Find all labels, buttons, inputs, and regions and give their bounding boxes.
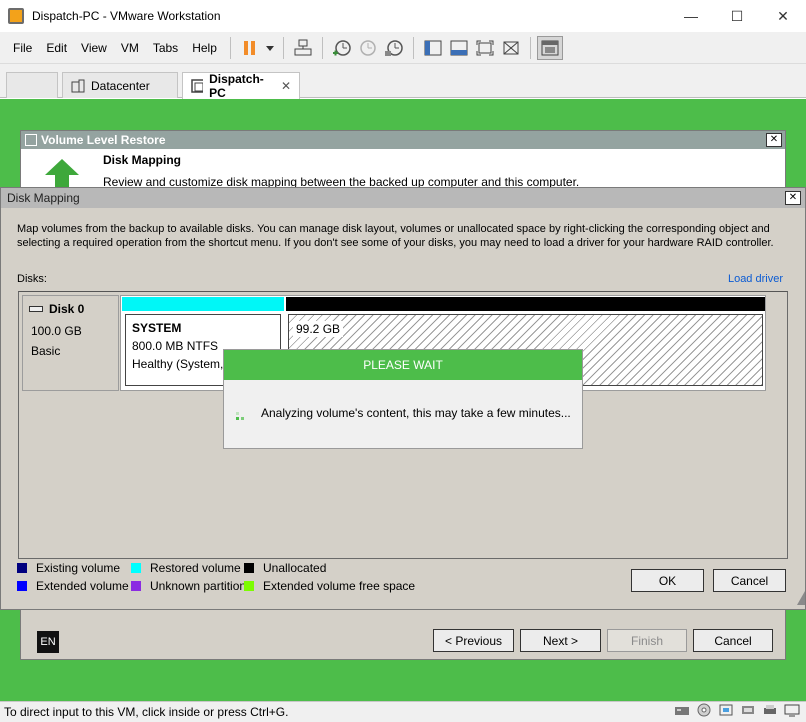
menu-vm[interactable]: VM — [114, 41, 146, 55]
tab-dispatch-pc[interactable]: Dispatch-PC ✕ — [182, 72, 300, 100]
revert-snapshot-icon[interactable] — [355, 36, 381, 60]
wizard-cancel-button[interactable]: Cancel — [693, 629, 773, 652]
legend-existing-volume: Existing volume — [17, 561, 120, 575]
window-controls: — ☐ ✕ — [668, 0, 806, 32]
send-ctrl-alt-del-icon[interactable] — [290, 36, 316, 60]
disk-mapping-close-icon[interactable]: ✕ — [785, 191, 801, 205]
display-icon[interactable] — [784, 703, 800, 717]
restore-icon — [25, 134, 37, 146]
legend-unknown-partition: Unknown partition — [131, 579, 246, 593]
status-text: To direct input to this VM, click inside… — [4, 705, 289, 719]
please-wait-message: Analyzing volume's content, this may tak… — [261, 406, 571, 420]
please-wait-title: PLEASE WAIT — [224, 350, 582, 380]
legend-label: Restored volume — [150, 561, 241, 575]
legend-unallocated: Unallocated — [244, 561, 326, 575]
tab-home[interactable] — [6, 72, 58, 98]
tab-datacenter[interactable]: Datacenter — [62, 72, 178, 98]
finish-button[interactable]: Finish — [607, 629, 687, 652]
legend-restored-volume: Restored volume — [131, 561, 241, 575]
partition-name: SYSTEM — [132, 321, 182, 335]
ok-button[interactable]: OK — [631, 569, 704, 592]
maximize-icon[interactable]: ☐ — [714, 0, 760, 32]
disk-size: 100.0 GB — [31, 324, 82, 338]
chevron-down-icon[interactable] — [263, 36, 277, 60]
vmware-app-icon — [8, 8, 24, 24]
legend-extended-volume: Extended volume — [17, 579, 129, 593]
menu-edit[interactable]: Edit — [39, 41, 74, 55]
device-status-icons — [674, 703, 800, 717]
legend-swatch — [131, 563, 141, 573]
disk-mapping-description: Map volumes from the backup to available… — [17, 223, 774, 249]
menu-file[interactable]: File — [6, 41, 39, 55]
disk-mapping-cancel-button[interactable]: Cancel — [713, 569, 786, 592]
unallocated-bar — [286, 297, 765, 311]
printer-icon[interactable] — [762, 703, 778, 717]
wizard-title: Volume Level Restore — [41, 133, 166, 147]
toolbar-separator — [321, 36, 323, 59]
previous-button[interactable]: < Previous — [433, 629, 514, 652]
disk-name: Disk 0 — [49, 302, 85, 316]
console-view-icon[interactable] — [536, 35, 563, 60]
vm-icon — [191, 79, 204, 93]
legend-label: Extended volume free space — [263, 579, 416, 593]
step-title: Disk Mapping — [103, 153, 182, 167]
title-bar: Dispatch-PC - VMware Workstation — ☐ ✕ — [0, 0, 806, 32]
wizard-close-icon[interactable]: ✕ — [766, 133, 782, 147]
menu-tabs[interactable]: Tabs — [146, 41, 185, 55]
cd-drive-icon[interactable] — [696, 703, 712, 717]
disk-mapping-title: Disk Mapping — [1, 188, 805, 208]
legend-label: Unknown partition — [150, 579, 247, 593]
show-library-icon[interactable] — [420, 36, 446, 60]
usb-device-icon[interactable] — [740, 703, 756, 717]
unity-icon[interactable] — [498, 36, 524, 60]
legend-label: Unallocated — [263, 561, 327, 575]
close-icon[interactable]: ✕ — [760, 0, 806, 32]
legend-swatch — [131, 581, 141, 591]
disk-0-info[interactable]: Disk 0 100.0 GB Basic — [22, 295, 119, 391]
toolbar-separator — [229, 36, 231, 59]
snapshot-icon[interactable] — [329, 36, 355, 60]
legend-swatch — [244, 563, 254, 573]
tab-strip: Datacenter Dispatch-PC ✕ — [0, 64, 806, 100]
load-driver-link[interactable]: Load driver — [728, 273, 783, 285]
legend-extended-free-space: Extended volume free space — [244, 579, 415, 593]
up-arrow-icon — [45, 159, 79, 189]
hard-disk-icon[interactable] — [674, 703, 690, 717]
network-adapter-icon[interactable] — [718, 703, 734, 717]
datacenter-icon — [71, 79, 85, 92]
full-screen-icon[interactable] — [472, 36, 498, 60]
legend-swatch — [244, 581, 254, 591]
spinner-icon — [236, 412, 244, 420]
unallocated-size: 99.2 GB — [293, 321, 344, 337]
legend-label: Existing volume — [36, 561, 121, 575]
thumbnail-bar-icon[interactable] — [446, 36, 472, 60]
wizard-title-bar: Volume Level Restore — [21, 131, 785, 149]
please-wait-dialog: PLEASE WAIT Analyzing volume's content, … — [223, 349, 583, 449]
next-button[interactable]: Next > — [520, 629, 601, 652]
disk-icon — [29, 306, 43, 312]
minimize-icon[interactable]: — — [668, 0, 714, 32]
menu-help[interactable]: Help — [185, 41, 224, 55]
menu-view[interactable]: View — [74, 41, 114, 55]
close-tab-icon[interactable]: ✕ — [281, 79, 291, 93]
wizard-header: Disk Mapping Review and customize disk m… — [21, 149, 785, 189]
disks-label: Disks: — [17, 273, 47, 285]
language-indicator: EN — [37, 631, 59, 653]
disk-type: Basic — [31, 344, 61, 358]
resize-grip-icon[interactable] — [797, 591, 805, 605]
menu-bar: File Edit View VM Tabs Help — [0, 32, 806, 64]
restored-volume-bar — [122, 297, 284, 311]
tab-label: Dispatch-PC — [209, 72, 264, 100]
legend-swatch — [17, 581, 27, 591]
snapshot-manager-icon[interactable] — [381, 36, 407, 60]
window-title: Dispatch-PC - VMware Workstation — [32, 9, 221, 23]
legend-label: Extended volume — [36, 579, 129, 593]
toolbar-separator — [529, 36, 531, 59]
legend-swatch — [17, 563, 27, 573]
toolbar-separator — [412, 36, 414, 59]
tab-label: Datacenter — [91, 78, 150, 93]
toolbar-separator — [282, 36, 284, 59]
pause-icon[interactable] — [237, 36, 263, 60]
